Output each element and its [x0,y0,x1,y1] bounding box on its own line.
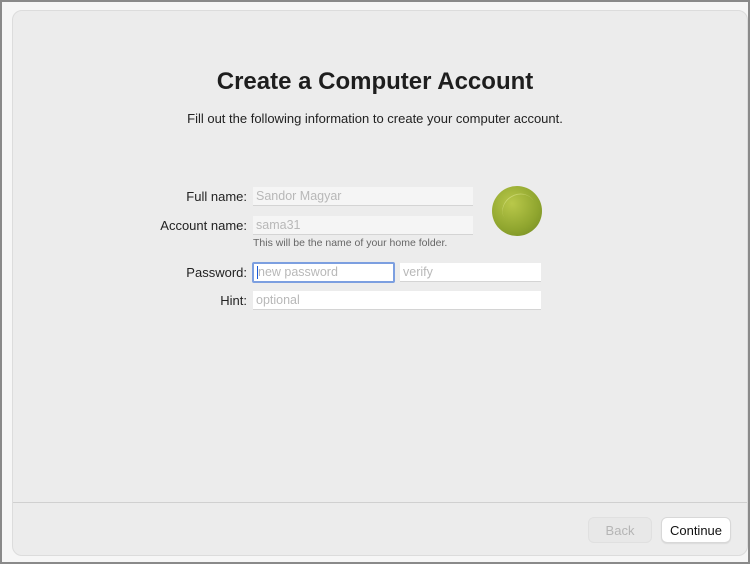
back-button[interactable]: Back [588,517,652,543]
hint-label: Hint: [220,293,247,308]
account-name-label: Account name: [160,218,247,233]
hint-field[interactable]: optional [253,291,541,310]
footer-divider [13,502,747,503]
password-label: Password: [186,265,247,280]
account-name-help: This will be the name of your home folde… [253,237,448,249]
user-avatar[interactable] [492,186,542,236]
password-field[interactable]: new password [252,262,395,283]
password-placeholder: new password [258,265,338,279]
page-title: Create a Computer Account [216,68,534,95]
page-subtitle: Fill out the following information to cr… [187,111,563,126]
full-name-label: Full name: [186,189,247,204]
verify-password-field[interactable]: verify [400,263,541,282]
account-name-field[interactable]: sama31 [253,216,473,235]
continue-button[interactable]: Continue [661,517,731,543]
full-name-field[interactable]: Sandor Magyar [253,187,473,206]
